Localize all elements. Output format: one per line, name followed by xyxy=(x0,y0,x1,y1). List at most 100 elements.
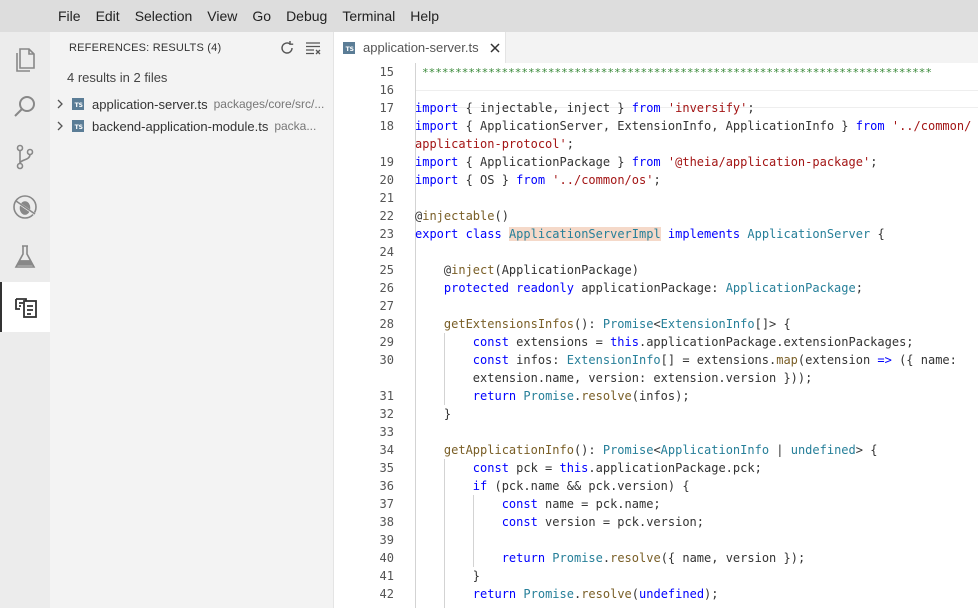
line-number: 19 xyxy=(379,155,394,169)
activity-search[interactable] xyxy=(0,82,50,132)
code-line[interactable]: const pck = this.applicationPackage.pck; xyxy=(415,459,762,477)
code-line[interactable]: if (pck.name && pck.version) { xyxy=(415,477,690,495)
search-icon xyxy=(14,96,35,117)
activity-source-control[interactable] xyxy=(0,132,50,182)
code-token: } xyxy=(415,569,481,583)
clear-results-button[interactable] xyxy=(303,38,323,58)
code-token: (pck.name && pck.version) { xyxy=(487,479,690,493)
line-number: 38 xyxy=(379,515,394,529)
code-token: this xyxy=(610,335,639,349)
line-number: 16 xyxy=(379,83,394,97)
code-token: { xyxy=(870,227,885,241)
menu-terminal[interactable]: Terminal xyxy=(342,0,395,32)
code-line[interactable]: getExtensionsInfos(): Promise<ExtensionI… xyxy=(415,315,791,333)
close-tab-button[interactable] xyxy=(488,41,502,55)
code-line[interactable]: export class ApplicationServerImpl imple… xyxy=(415,225,885,243)
result-file-row[interactable]: TS application-server.ts packages/core/s… xyxy=(50,93,333,115)
activity-references[interactable] xyxy=(0,282,50,332)
code-token: readonly xyxy=(516,281,574,295)
tab-label: application-server.ts xyxy=(363,40,479,55)
reference-highlight: ApplicationServerImpl xyxy=(508,227,661,241)
code-token: < xyxy=(653,317,661,331)
code-line[interactable]: return Promise.resolve(infos); xyxy=(415,387,690,405)
result-file-row[interactable]: TS backend-application-module.ts packa..… xyxy=(50,115,333,137)
activity-explorer[interactable] xyxy=(0,33,50,83)
typescript-file-icon: TS xyxy=(343,41,355,54)
editor-tab-bar: TS application-server.ts xyxy=(334,32,978,63)
code-token: undefined xyxy=(639,587,705,601)
close-icon xyxy=(490,42,500,53)
line-number: 39 xyxy=(379,533,394,547)
code-line[interactable]: const infos: ExtensionInfo[] = extension… xyxy=(415,351,957,369)
source-control-icon xyxy=(16,144,34,170)
code-line[interactable]: } xyxy=(415,567,480,585)
code-line[interactable]: import { ApplicationPackage } from '@the… xyxy=(415,153,877,171)
code-token: ; xyxy=(566,137,574,151)
code-token: implements xyxy=(667,227,741,241)
menu-edit[interactable]: Edit xyxy=(96,0,120,32)
code-line[interactable]: protected readonly applicationPackage: A… xyxy=(415,279,863,297)
code-line[interactable]: getApplicationInfo(): Promise<Applicatio… xyxy=(415,441,878,459)
line-number: 41 xyxy=(379,569,394,583)
code-token: resolve xyxy=(610,551,661,565)
code-line[interactable]: @injectable() xyxy=(415,207,509,225)
refresh-button[interactable] xyxy=(277,38,297,58)
code-token: resolve xyxy=(581,389,632,403)
code-line[interactable]: import { ApplicationServer, ExtensionInf… xyxy=(415,117,971,135)
code-line[interactable]: import { OS } from '../common/os'; xyxy=(415,171,661,189)
code-token: injectable xyxy=(422,209,495,223)
code-token: .applicationPackage.extensionPackages; xyxy=(638,335,914,349)
code-line[interactable]: extension.name, version: extension.versi… xyxy=(415,369,813,387)
clear-all-icon xyxy=(306,42,321,55)
code-token: ApplicationServer xyxy=(747,227,871,241)
menu-file[interactable]: File xyxy=(58,0,81,32)
menu-debug[interactable]: Debug xyxy=(286,0,327,32)
code-token: < xyxy=(653,443,661,457)
debug-icon xyxy=(13,195,37,219)
code-token: pck = xyxy=(508,461,560,475)
code-token: name = pck.name; xyxy=(537,497,661,511)
code-token: const xyxy=(501,497,538,511)
code-line[interactable]: import { injectable, inject } from 'inve… xyxy=(415,99,755,117)
code-line[interactable]: const extensions = this.applicationPacka… xyxy=(415,333,914,351)
code-line[interactable]: return Promise.resolve(undefined); xyxy=(415,585,719,603)
line-number: 28 xyxy=(379,317,394,331)
code-line[interactable]: const name = pck.name; xyxy=(415,495,661,513)
code-token: const xyxy=(501,515,538,529)
menu-view[interactable]: View xyxy=(207,0,237,32)
code-line[interactable]: const version = pck.version; xyxy=(415,513,704,531)
line-number: 27 xyxy=(379,299,394,313)
menu-go[interactable]: Go xyxy=(252,0,271,32)
code-line[interactable]: return Promise.resolve({ name, version }… xyxy=(415,549,805,567)
code-token: Promise xyxy=(523,587,574,601)
tab-application-server[interactable]: TS application-server.ts xyxy=(334,32,506,63)
code-token: (infos); xyxy=(631,389,690,403)
code-token: resolve xyxy=(581,587,632,601)
line-number: 40 xyxy=(379,551,394,565)
menu-selection[interactable]: Selection xyxy=(135,0,193,32)
code-line[interactable]: @inject(ApplicationPackage) xyxy=(415,261,639,279)
results-summary: 4 results in 2 files xyxy=(67,70,168,85)
activity-test[interactable] xyxy=(0,232,50,282)
activity-debug[interactable] xyxy=(0,182,50,232)
line-number: 21 xyxy=(379,191,394,205)
code-token: import xyxy=(415,173,459,187)
chevron-right-icon[interactable] xyxy=(56,121,66,131)
code-editor[interactable]: ****************************************… xyxy=(334,63,978,608)
result-file-name: backend-application-module.ts xyxy=(92,118,269,134)
code-token: ApplicationInfo xyxy=(660,443,770,457)
code-token: Promise xyxy=(602,317,654,331)
code-line[interactable]: application-protocol'; xyxy=(415,135,574,153)
chevron-right-icon[interactable] xyxy=(56,99,66,109)
menu-help[interactable]: Help xyxy=(410,0,439,32)
code-token: ; xyxy=(855,281,863,295)
code-line[interactable]: } xyxy=(415,405,451,423)
refresh-icon xyxy=(281,41,294,54)
